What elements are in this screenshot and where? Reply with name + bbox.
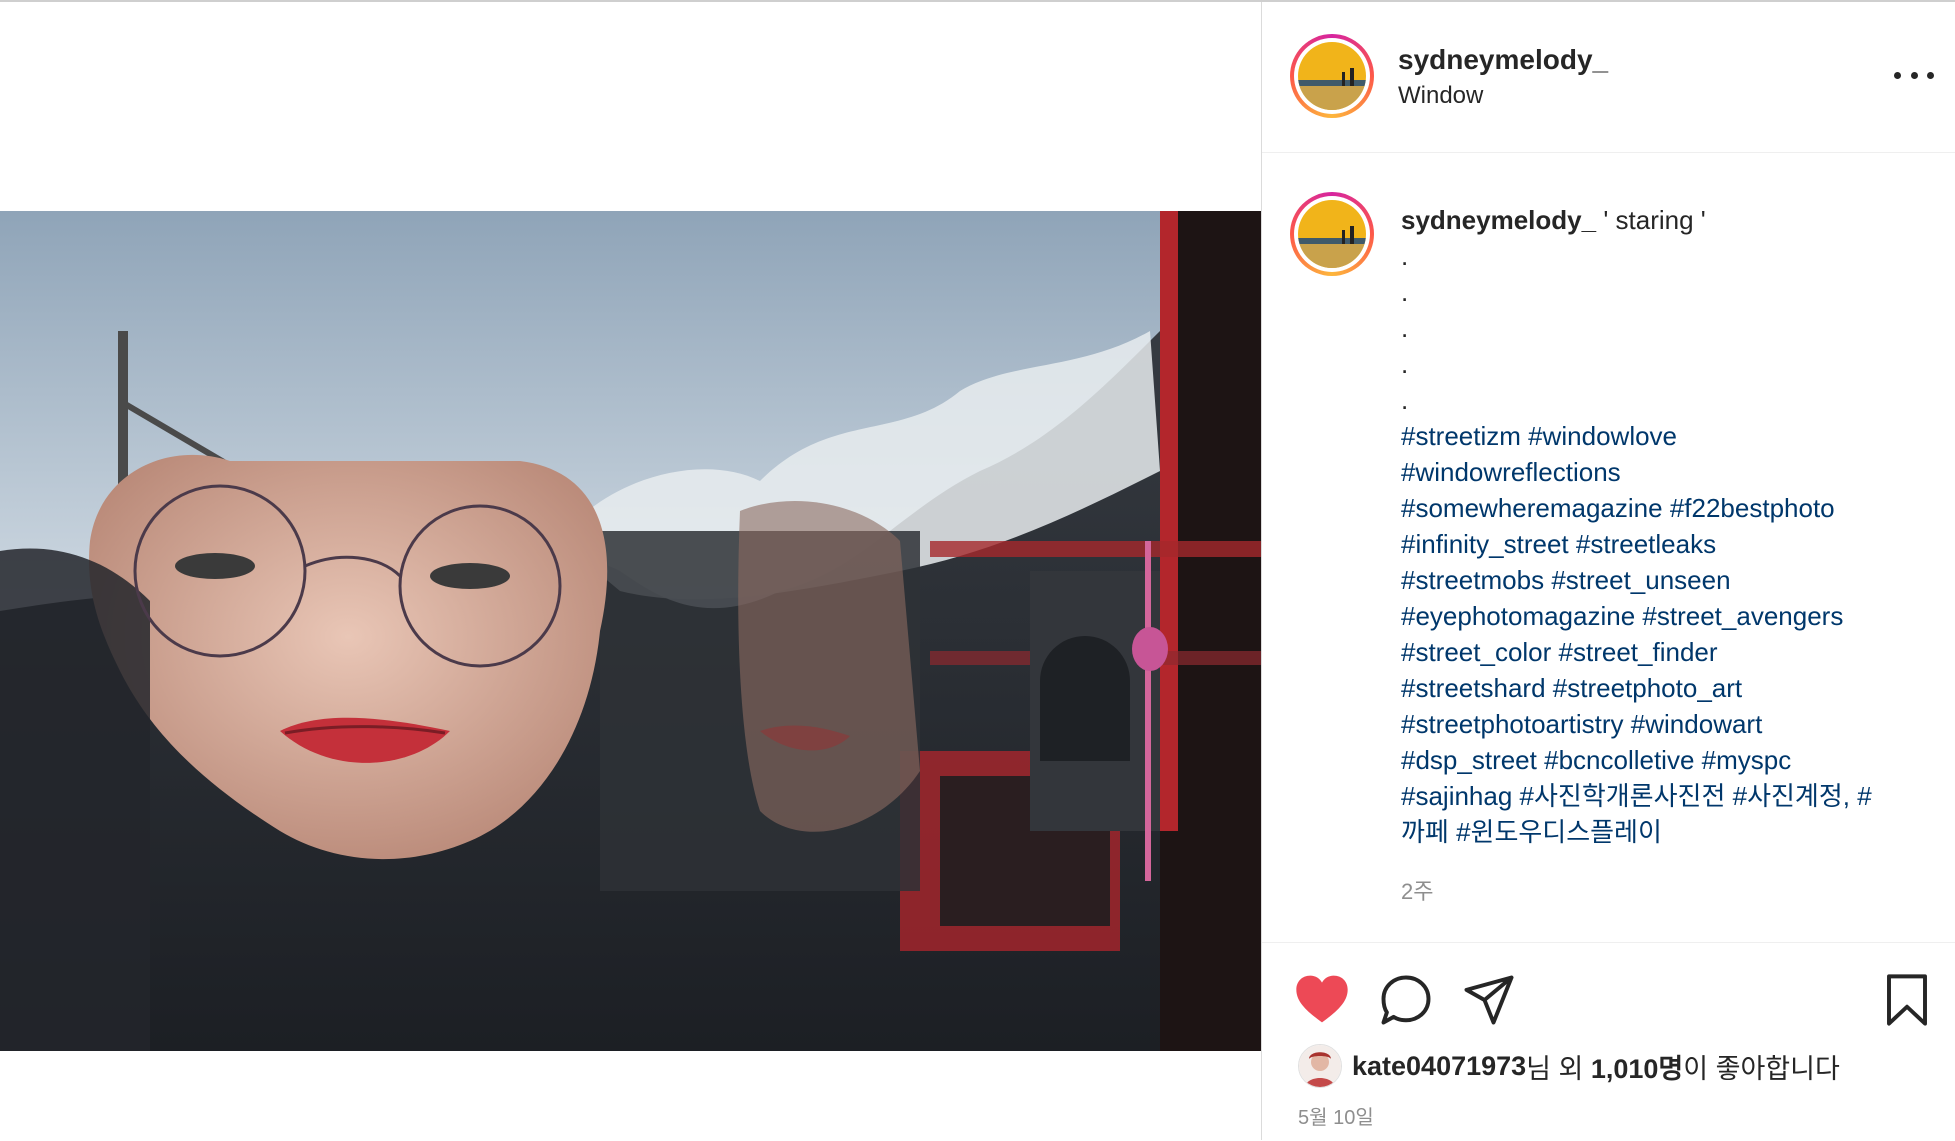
caption-area: sydneymelody_ ' staring ' . . . . . #str… [1262,152,1955,942]
hashtag-line: #windowreflections [1401,454,1941,490]
hashtag-link[interactable]: 까페 [1401,817,1449,847]
more-options-icon[interactable] [1894,60,1934,90]
caption-dot: . [1401,349,1409,379]
caption-timestamp: 2주 [1401,879,1434,904]
author-avatar[interactable] [1290,34,1374,118]
caption-dot: . [1401,277,1409,307]
caption-dot: . [1401,241,1409,271]
hashtag-line: #somewheremagazine #f22bestphoto [1401,490,1941,526]
hashtag-link[interactable]: #sajinhag [1401,781,1512,811]
photo-art [0,211,1261,1051]
caption-username[interactable]: sydneymelody_ [1401,205,1596,235]
hashtag-link[interactable]: #dsp_street [1401,745,1537,775]
comment-icon[interactable] [1379,973,1433,1027]
hashtag-link[interactable]: #사진계정, # [1733,781,1872,811]
caption-dots: . . . . . [1401,238,1941,418]
likes-suffix: 이 좋아합니다 [1683,1053,1840,1084]
likes-mid-text: 님 외 [1526,1053,1591,1084]
hashtag-link[interactable]: #streetleaks [1576,529,1716,559]
caption: sydneymelody_ ' staring ' . . . . . #str… [1401,202,1941,850]
hashtag-link[interactable]: #street_unseen [1551,565,1730,595]
hashtag-line: #street_color #street_finder [1401,634,1941,670]
hashtag-link[interactable]: #windowlove [1528,421,1677,451]
post-date[interactable]: 5월 10일 [1298,1101,1374,1130]
hashtag-link[interactable]: #somewheremagazine [1401,493,1663,523]
hashtag-link[interactable]: #streetizm [1401,421,1521,451]
hashtag-link[interactable]: #streetmobs [1401,565,1544,595]
hashtag-link[interactable]: #사진학개론사진전 [1520,781,1726,811]
likes-summary: kate04071973 님 외 1,010명 이 좋아합니다 [1298,1043,1840,1089]
post-side-panel: sydneymelody_ Window sydneymelody_ ' sta… [1261,2,1955,1140]
hashtag-line: #eyephotomagazine #street_avengers [1401,598,1941,634]
hashtag-link[interactable]: #윈도우디스플레이 [1456,817,1662,847]
actions-bar: kate04071973 님 외 1,010명 이 좋아합니다 5월 10일 [1262,942,1955,1141]
post-header: sydneymelody_ Window [1262,2,1955,153]
post-photo[interactable] [0,211,1261,1051]
liker-avatar[interactable] [1298,1044,1342,1088]
hashtag-line: 까페 #윈도우디스플레이 [1401,814,1941,850]
caption-avatar[interactable] [1290,192,1374,276]
hashtag-link[interactable]: #f22bestphoto [1670,493,1835,523]
hashtag-link[interactable]: #street_avengers [1642,601,1843,631]
media-pane [0,2,1261,1140]
caption-text: ' staring ' [1603,205,1706,235]
hashtag-line: #infinity_street #streetleaks [1401,526,1941,562]
caption-dot: . [1401,385,1409,415]
hashtag-link[interactable]: #street_color [1401,637,1551,667]
hashtag-line: #streetmobs #street_unseen [1401,562,1941,598]
hashtag-link[interactable]: #streetphoto_art [1553,673,1742,703]
caption-first-line: sydneymelody_ ' staring ' [1401,202,1941,238]
hashtag-link[interactable]: #windowart [1631,709,1763,739]
hashtag-link[interactable]: #bcncolletive [1544,745,1694,775]
hashtag-link[interactable]: #streetphotoartistry [1401,709,1624,739]
hashtag-link[interactable]: #street_finder [1559,637,1718,667]
post-location[interactable]: Window [1398,82,1483,110]
author-username[interactable]: sydneymelody_ [1398,44,1608,76]
hashtag-line: #dsp_street #bcncolletive #myspc [1401,742,1941,778]
share-icon[interactable] [1462,973,1516,1027]
caption-dot: . [1401,313,1409,343]
bookmark-icon[interactable] [1884,973,1930,1027]
hashtag-line: #streetshard #streetphoto_art [1401,670,1941,706]
hashtag-link[interactable]: #streetshard [1401,673,1546,703]
hashtag-link[interactable]: #myspc [1702,745,1792,775]
hashtag-line: #streetphotoartistry #windowart [1401,706,1941,742]
hashtag-line: #sajinhag #사진학개론사진전 #사진계정, # [1401,778,1941,814]
hashtag-link[interactable]: #infinity_street [1401,529,1569,559]
hashtag-list: #streetizm #windowlove #windowreflection… [1401,418,1941,850]
heart-icon[interactable] [1294,973,1350,1025]
hashtag-line: #streetizm #windowlove [1401,418,1941,454]
hashtag-link[interactable]: #eyephotomagazine [1401,601,1635,631]
likes-count[interactable]: 1,010명 [1591,1047,1683,1086]
hashtag-link[interactable]: #windowreflections [1401,457,1621,487]
liked-by-username[interactable]: kate04071973 [1352,1051,1526,1082]
